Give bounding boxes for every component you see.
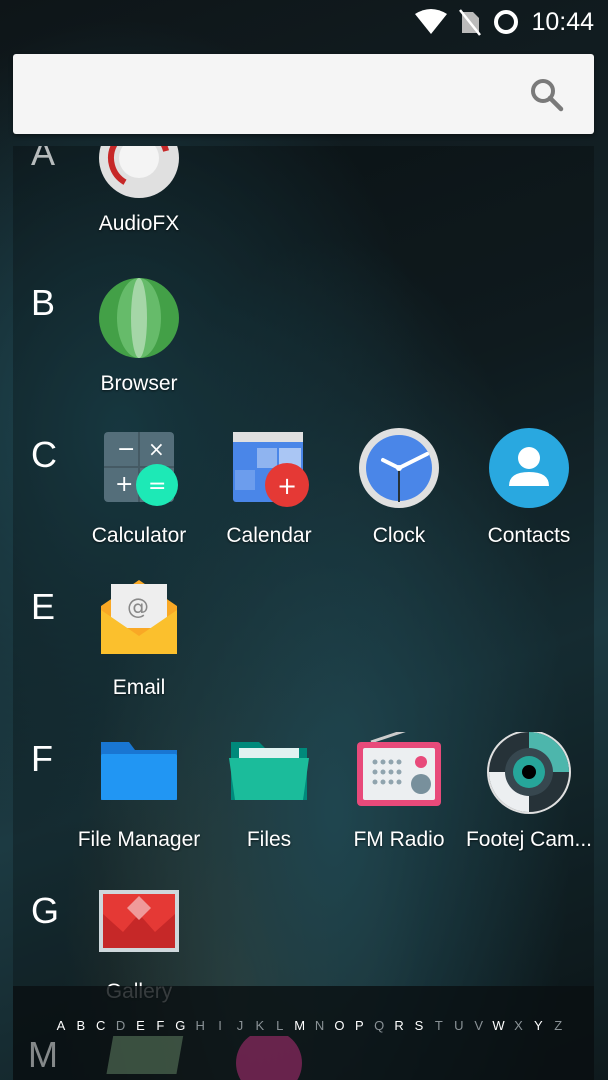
app-label: File Manager: [77, 828, 201, 851]
files-icon: [227, 732, 311, 816]
app-drawer[interactable]: A AudioFX B Browser C − × + = Calculator…: [13, 146, 594, 1080]
svg-text:@: @: [127, 595, 149, 620]
contacts-icon: [487, 428, 571, 512]
scroller-letter-v[interactable]: V: [469, 1018, 489, 1033]
section-m-peek: M: [0, 1036, 608, 1080]
app-label: Contacts: [487, 524, 571, 547]
scroller-letter-o[interactable]: O: [329, 1018, 349, 1033]
footej-camera-icon: [487, 730, 571, 816]
app-label: AudioFX: [98, 212, 180, 235]
search-icon[interactable]: [530, 78, 564, 112]
app-calculator[interactable]: − × + = Calculator: [74, 428, 204, 548]
app-label: Calendar: [226, 524, 312, 547]
scroller-letter-p[interactable]: P: [349, 1018, 369, 1033]
calculator-icon: − × + =: [97, 428, 181, 512]
app-browser[interactable]: Browser: [74, 276, 204, 396]
scroller-letters[interactable]: ABCDEFGHIJKLMNOPQRSTUVWXYZ: [51, 1018, 568, 1033]
scroller-letter-w[interactable]: W: [489, 1018, 509, 1033]
scroller-letter-r[interactable]: R: [389, 1018, 409, 1033]
scroller-letter-n[interactable]: N: [310, 1018, 330, 1033]
scroller-letter-i[interactable]: I: [210, 1018, 230, 1033]
fm-radio-icon: [357, 728, 441, 816]
wifi-icon: [415, 9, 448, 34]
scroller-letter-c[interactable]: C: [91, 1018, 111, 1033]
app-files[interactable]: Files: [204, 732, 334, 852]
scroller-letter-q[interactable]: Q: [369, 1018, 389, 1033]
section-letter: A: [31, 146, 56, 173]
section-letter: E: [31, 586, 56, 627]
clock-icon: [357, 428, 441, 512]
scroller-letter-a[interactable]: A: [51, 1018, 71, 1033]
section-letter: F: [31, 738, 53, 779]
browser-icon: [97, 276, 181, 360]
scroller-letter-b[interactable]: B: [71, 1018, 91, 1033]
gallery-icon: [97, 884, 181, 968]
scroller-letter-l[interactable]: L: [270, 1018, 290, 1033]
app-email[interactable]: @ Email: [74, 580, 204, 700]
app-calendar[interactable]: + Calendar: [204, 428, 334, 548]
status-bar: 10:44: [0, 0, 608, 44]
section-letter: C: [31, 434, 57, 475]
email-icon: @: [97, 580, 181, 664]
scroller-letter-s[interactable]: S: [409, 1018, 429, 1033]
svg-text:+: +: [277, 472, 297, 500]
scroller-letter-t[interactable]: T: [429, 1018, 449, 1033]
app-label: Email: [112, 676, 166, 699]
app-label: Clock: [372, 524, 426, 547]
section-letter: B: [31, 282, 56, 323]
scroller-letter-d[interactable]: D: [111, 1018, 131, 1033]
svg-text:+: +: [115, 472, 133, 497]
app-audiofx[interactable]: AudioFX: [74, 146, 204, 236]
app-contacts[interactable]: Contacts: [464, 428, 594, 548]
scroller-letter-j[interactable]: J: [230, 1018, 250, 1033]
app-label: Footej Cam...: [465, 828, 593, 851]
scroller-letter-f[interactable]: F: [150, 1018, 170, 1033]
app-label: Calculator: [91, 524, 187, 547]
maps-icon: [106, 1036, 184, 1074]
scroller-letter-z[interactable]: Z: [548, 1018, 568, 1033]
section-letter: M: [28, 1036, 58, 1075]
app-label: Files: [246, 828, 292, 851]
scroller-letter-y[interactable]: Y: [528, 1018, 548, 1033]
app-file-manager[interactable]: File Manager: [74, 732, 204, 852]
svg-text:×: ×: [148, 437, 165, 461]
scroller-letter-g[interactable]: G: [170, 1018, 190, 1033]
scroller-letter-e[interactable]: E: [131, 1018, 151, 1033]
file-manager-icon: [97, 732, 181, 816]
app-clock[interactable]: Clock: [334, 428, 464, 548]
app-fm-radio[interactable]: FM Radio: [334, 728, 464, 852]
scroller-letter-u[interactable]: U: [449, 1018, 469, 1033]
no-sim-icon: [459, 9, 482, 36]
search-bar[interactable]: [13, 54, 594, 134]
svg-text:=: =: [148, 474, 166, 499]
svg-text:−: −: [117, 437, 135, 462]
scroller-letter-k[interactable]: K: [250, 1018, 270, 1033]
calendar-icon: +: [227, 428, 311, 512]
audiofx-icon: [97, 146, 181, 200]
scroller-letter-h[interactable]: H: [190, 1018, 210, 1033]
app-footej-camera[interactable]: Footej Cam...: [464, 730, 594, 852]
circle-icon: [494, 10, 519, 34]
scroller-letter-m[interactable]: M: [290, 1018, 310, 1033]
section-letter: G: [31, 890, 60, 931]
music-icon: [236, 1036, 302, 1080]
app-label: FM Radio: [353, 828, 445, 851]
scroller-letter-x[interactable]: X: [508, 1018, 528, 1033]
app-label: Browser: [100, 372, 178, 395]
status-time: 10:44: [531, 7, 594, 36]
